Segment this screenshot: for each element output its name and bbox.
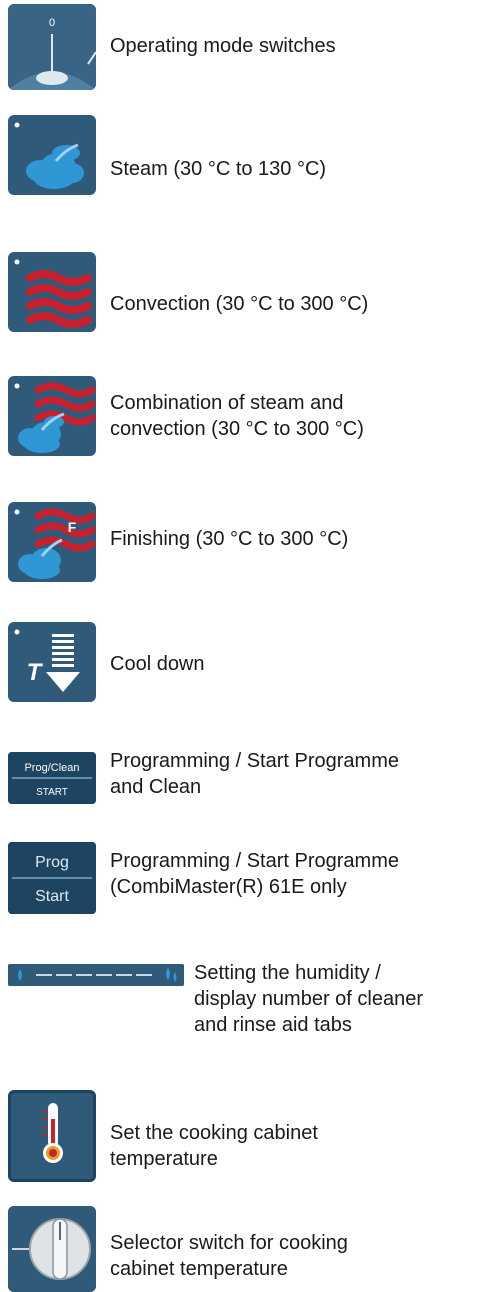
icon-f-label: F — [68, 519, 77, 535]
legend-label: Operating mode switches — [110, 35, 336, 57]
legend-label: Selector switch for cooking cabinet temp… — [110, 1232, 348, 1280]
combination-icon — [8, 376, 96, 456]
icon-start-text: START — [36, 787, 68, 798]
legend-label: Convection (30 °C to 300 °C) — [110, 293, 369, 315]
legend-label: Set the cooking cabinet temperature — [110, 1122, 318, 1170]
icon-zero-label: 0 — [49, 17, 55, 29]
legend-label: Finishing (30 °C to 300 °C) — [110, 528, 349, 550]
thermometer-icon — [8, 1090, 96, 1182]
cool-down-icon: T — [8, 622, 96, 702]
legend-label: Setting the humidity / display number of… — [194, 962, 424, 1036]
icon-prog-text: Prog — [35, 854, 69, 871]
legend-label: Combination of steam and convection (30 … — [110, 392, 364, 440]
prog-clean-start-button-icon: Prog/Clean START — [8, 752, 96, 804]
humidity-bar-icon — [8, 964, 184, 986]
steam-icon — [8, 115, 96, 195]
prog-start-button-icon: Prog Start — [8, 842, 96, 914]
icon-prog-clean-text: Prog/Clean — [24, 762, 79, 774]
icon-t-label: T — [27, 659, 44, 686]
convection-icon — [8, 252, 96, 332]
operating-mode-switch-icon: 0 — [8, 4, 96, 90]
legend-label: Cool down — [110, 653, 205, 675]
selector-knob-icon — [8, 1206, 96, 1292]
legend-label: Programming / Start Programme (CombiMast… — [110, 850, 399, 898]
finishing-icon: F — [8, 502, 96, 582]
legend-label: Steam (30 °C to 130 °C) — [110, 158, 327, 180]
icon-start-text: Start — [35, 888, 69, 905]
legend-label: Programming / Start Programme and Clean — [110, 750, 399, 798]
